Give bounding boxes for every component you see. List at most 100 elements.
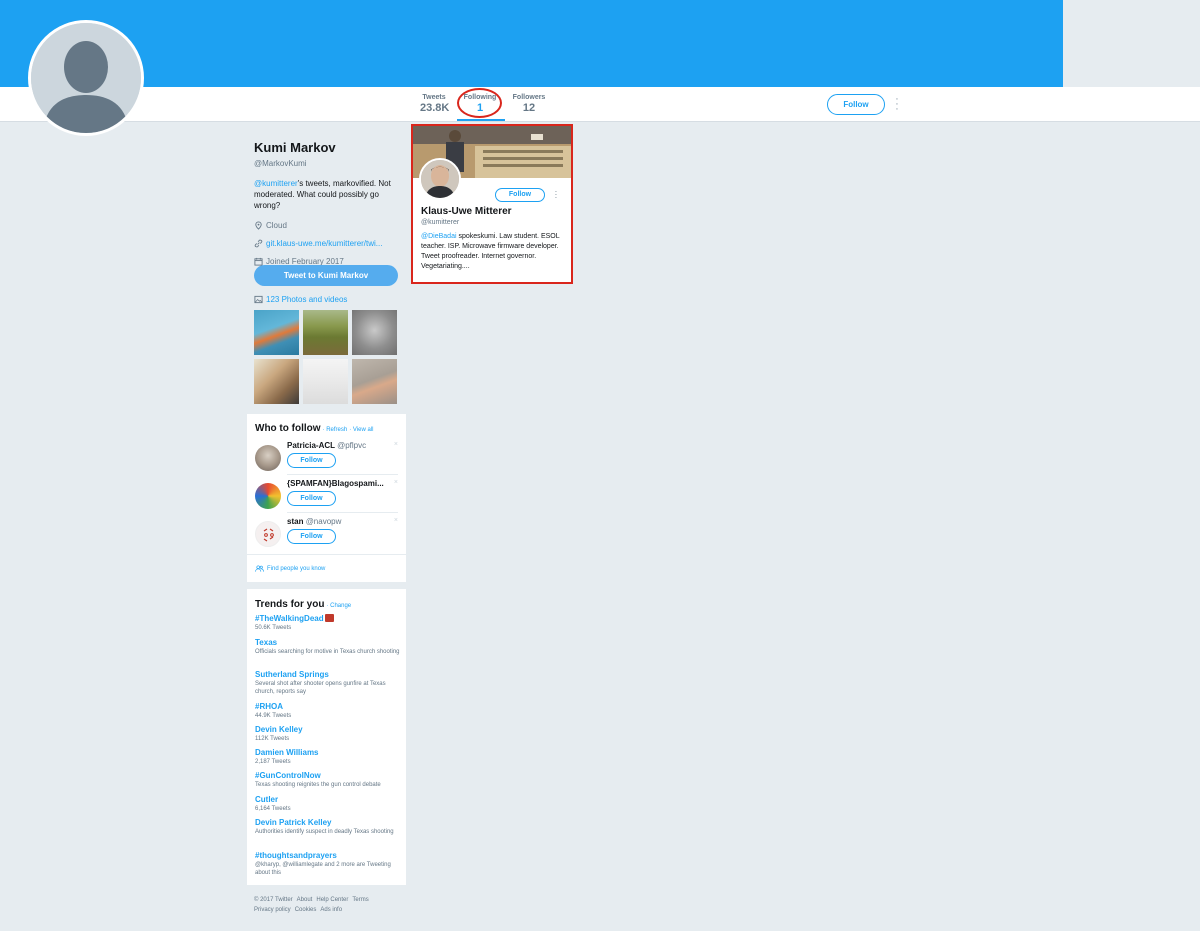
trend-description: Texas shooting reignites the gun control… (255, 782, 381, 788)
footer-links: © 2017 Twitter About Help Center Terms Priv… (254, 895, 404, 915)
trend-name[interactable]: Texas (255, 638, 400, 647)
suggested-user-name[interactable]: stan @navopw (287, 517, 387, 526)
follow-button[interactable]: Follow (287, 453, 336, 468)
trend-item[interactable]: Sutherland Springs Several shot after sh… (255, 670, 400, 696)
profile-location: Cloud (254, 219, 404, 231)
follow-button[interactable]: Follow (287, 529, 336, 544)
who-to-follow-module: Who to follow · Refresh · View all Patrici… (247, 414, 406, 582)
change-trends-link[interactable]: · Change (326, 603, 351, 609)
trends-module: Trends for you · Change #TheWalkingDead 5… (247, 589, 406, 885)
follow-button[interactable]: Follow (287, 491, 336, 506)
footer-ads-link[interactable]: Ads info (320, 907, 342, 913)
user-display-name[interactable]: {SPAMFAN}Blagospami... (287, 479, 384, 488)
profile-banner (0, 0, 1063, 87)
photo-grid (254, 310, 399, 404)
trend-name[interactable]: Devin Kelley (255, 725, 400, 734)
trend-name[interactable]: #TheWalkingDead (255, 614, 400, 623)
trend-item[interactable]: Damien Williams 2,187 Tweets (255, 748, 400, 766)
dismiss-icon[interactable]: × (394, 441, 398, 448)
trend-item[interactable]: #RHOA 44.9K Tweets (255, 702, 400, 720)
footer-terms-link[interactable]: Terms (352, 897, 368, 903)
following-user-name[interactable]: Klaus-Uwe Mitterer (421, 206, 512, 217)
find-people-link[interactable]: Find people you know (255, 565, 325, 572)
trend-item[interactable]: Cutler 6,164 Tweets (255, 795, 400, 813)
profile-website[interactable]: git.klaus-uwe.me/kumitterer/twi... (254, 237, 404, 249)
bio-mention-link[interactable]: @DieBadai (421, 233, 457, 240)
tweet-to-button[interactable]: Tweet to Kumi Markov (254, 265, 398, 286)
photo-icon (254, 295, 263, 304)
divider (287, 512, 398, 513)
follow-button[interactable]: Follow (495, 188, 545, 202)
trend-name[interactable]: Cutler (255, 795, 400, 804)
more-options-icon[interactable]: · · · (553, 188, 559, 202)
trend-name[interactable]: #thoughtsandprayers (255, 851, 400, 860)
photo-thumbnail[interactable] (352, 359, 397, 404)
photo-thumbnail[interactable] (254, 310, 299, 355)
dismiss-icon[interactable]: × (394, 479, 398, 486)
profile-name: Kumi Markov (254, 140, 336, 155)
trend-item[interactable]: #TheWalkingDead 50.6K Tweets (255, 614, 400, 632)
stat-followers-label: Followers (512, 94, 546, 101)
trend-description: 50.6K Tweets (255, 625, 292, 631)
follow-button[interactable]: Follow (827, 94, 885, 115)
user-display-name[interactable]: stan (287, 517, 303, 526)
bio-mention-link[interactable]: @kumitterer (254, 179, 298, 188)
stat-tweets[interactable]: Tweets 23.8K (420, 94, 449, 114)
stat-followers-value: 12 (522, 102, 536, 114)
profile-nav-bar (0, 87, 1200, 122)
following-user-bio: @DieBadai spokeskumi. Law student. ESOL … (421, 232, 569, 272)
user-avatar[interactable] (255, 521, 281, 547)
trends-heading: Trends for you (255, 599, 325, 610)
trend-name[interactable]: #GunControlNow (255, 771, 400, 780)
location-pin-icon (255, 220, 262, 230)
trend-name[interactable]: #RHOA (255, 702, 400, 711)
footer-privacy-link[interactable]: Privacy policy (254, 907, 291, 913)
trend-item[interactable]: Devin Kelley 112K Tweets (255, 725, 400, 743)
trend-name[interactable]: Damien Williams (255, 748, 400, 757)
stat-followers[interactable]: Followers 12 (511, 94, 547, 114)
trend-name[interactable]: Sutherland Springs (255, 670, 400, 679)
footer-about-link[interactable]: About (297, 897, 313, 903)
link-icon (254, 239, 263, 247)
suggested-user: {SPAMFAN}Blagospami... Follow × (255, 477, 398, 515)
trend-description: Authorities identify suspect in deadly T… (255, 829, 394, 835)
trend-item[interactable]: Devin Patrick Kelley Authorities identif… (255, 818, 400, 836)
user-avatar[interactable] (255, 483, 281, 509)
following-user-avatar[interactable] (419, 158, 461, 200)
more-options-icon[interactable]: · · · (894, 94, 900, 115)
footer-cookies-link[interactable]: Cookies (295, 907, 317, 913)
trend-item[interactable]: Texas Officials searching for motive in … (255, 638, 400, 656)
trend-item[interactable]: #thoughtsandprayers @kharyp, @williamleg… (255, 851, 400, 877)
view-all-link[interactable]: · View all (349, 427, 373, 433)
trend-item[interactable]: #GunControlNow Texas shooting reignites … (255, 771, 400, 789)
suggested-user-name[interactable]: Patricia-ACL @pflpvc (287, 441, 387, 450)
photo-thumbnail[interactable] (352, 310, 397, 355)
photo-thumbnail[interactable] (254, 359, 299, 404)
refresh-link[interactable]: · Refresh (323, 427, 348, 433)
following-user-handle[interactable]: @kumitterer (421, 219, 459, 226)
website-link[interactable]: git.klaus-uwe.me/kumitterer/twi... (266, 239, 382, 248)
photos-videos-link[interactable]: 123 Photos and videos (254, 295, 347, 304)
photos-videos-label[interactable]: 123 Photos and videos (266, 295, 347, 304)
user-avatar[interactable] (255, 445, 281, 471)
people-icon (255, 565, 264, 572)
trend-name[interactable]: Devin Patrick Kelley (255, 818, 400, 827)
trend-description: 2,187 Tweets (255, 759, 291, 765)
user-display-name[interactable]: Patricia-ACL (287, 441, 335, 450)
photo-thumbnail[interactable] (303, 359, 348, 404)
footer-help-link[interactable]: Help Center (316, 897, 348, 903)
following-user-card[interactable]: Follow · · · Klaus-Uwe Mitterer @kumittere… (411, 124, 573, 284)
stat-tweets-label: Tweets (422, 94, 446, 101)
trend-description: @kharyp, @williamlegate and 2 more are T… (255, 862, 391, 876)
profile-handle[interactable]: @MarkovKumi (254, 159, 404, 168)
trend-description: 44.9K Tweets (255, 713, 292, 719)
photo-thumbnail[interactable] (303, 310, 348, 355)
who-to-follow-heading: Who to follow (255, 423, 321, 434)
suggested-user-name[interactable]: {SPAMFAN}Blagospami... (287, 479, 387, 488)
dismiss-icon[interactable]: × (394, 517, 398, 524)
profile-sidebar: Kumi Markov @MarkovKumi @kumitterer's tw… (254, 140, 404, 267)
profile-avatar[interactable] (28, 20, 144, 136)
find-people-label[interactable]: Find people you know (267, 566, 325, 572)
trend-hashtag[interactable]: #TheWalkingDead (255, 614, 324, 623)
divider (287, 474, 398, 475)
